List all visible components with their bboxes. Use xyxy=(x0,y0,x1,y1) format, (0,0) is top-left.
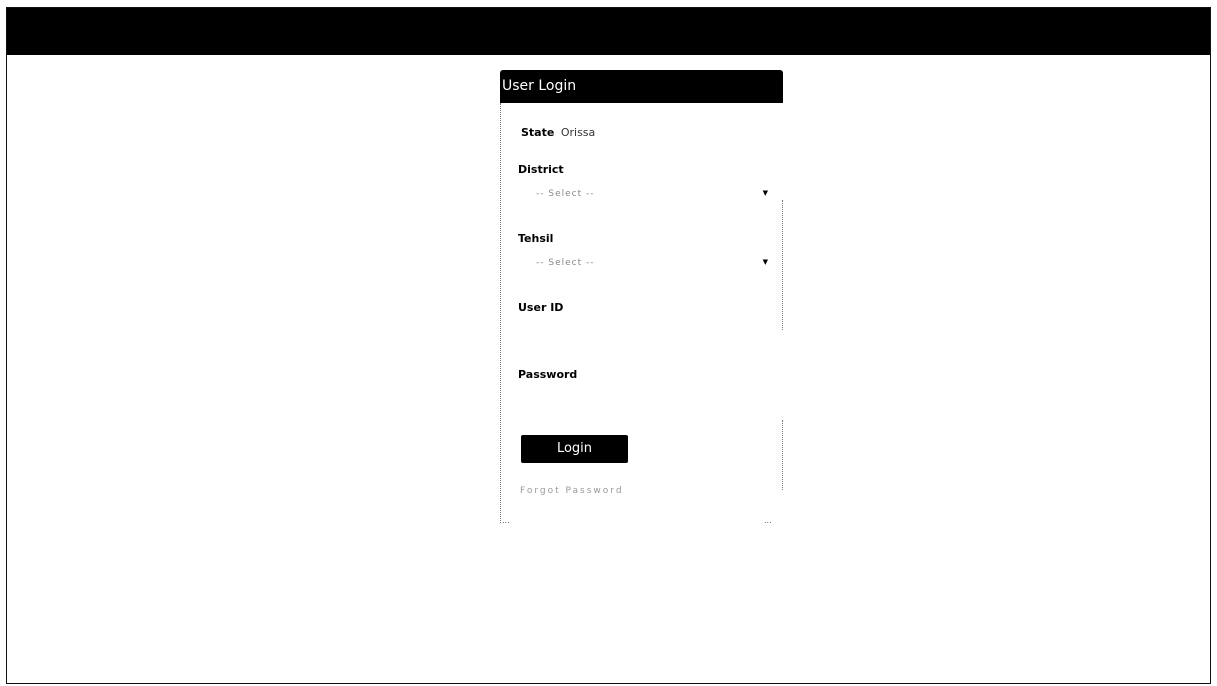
panel-border-right-lower xyxy=(782,420,783,490)
top-navbar xyxy=(7,8,1210,55)
tehsil-select-value: -- Select -- xyxy=(536,258,595,268)
district-select-value: -- Select -- xyxy=(536,189,595,199)
panel-header: User Login xyxy=(500,70,783,103)
panel-footer-right: ... xyxy=(764,516,772,525)
tehsil-label: Tehsil xyxy=(518,232,554,245)
forgot-password-link[interactable]: Forgot Password xyxy=(520,486,624,496)
chevron-down-icon: ▼ xyxy=(762,258,768,266)
panel-footer-left: ... xyxy=(502,516,510,525)
tehsil-select[interactable]: -- Select -- ▼ xyxy=(518,255,770,277)
login-button[interactable]: Login xyxy=(521,435,628,463)
userid-input[interactable] xyxy=(518,324,770,348)
panel-border-left xyxy=(500,103,501,523)
password-input[interactable] xyxy=(518,391,770,415)
district-label: District xyxy=(518,163,564,176)
panel-border-right xyxy=(782,200,783,330)
state-value: Orissa xyxy=(560,126,596,139)
district-select[interactable]: -- Select -- ▼ xyxy=(518,186,770,208)
password-label: Password xyxy=(518,368,578,381)
userid-label: User ID xyxy=(518,301,564,314)
panel-title: User Login xyxy=(502,78,577,94)
state-label: State xyxy=(521,126,555,139)
login-panel: User Login State Orissa District -- Sele… xyxy=(498,70,784,525)
state-row: State Orissa xyxy=(521,126,595,139)
chevron-down-icon: ▼ xyxy=(762,189,768,197)
